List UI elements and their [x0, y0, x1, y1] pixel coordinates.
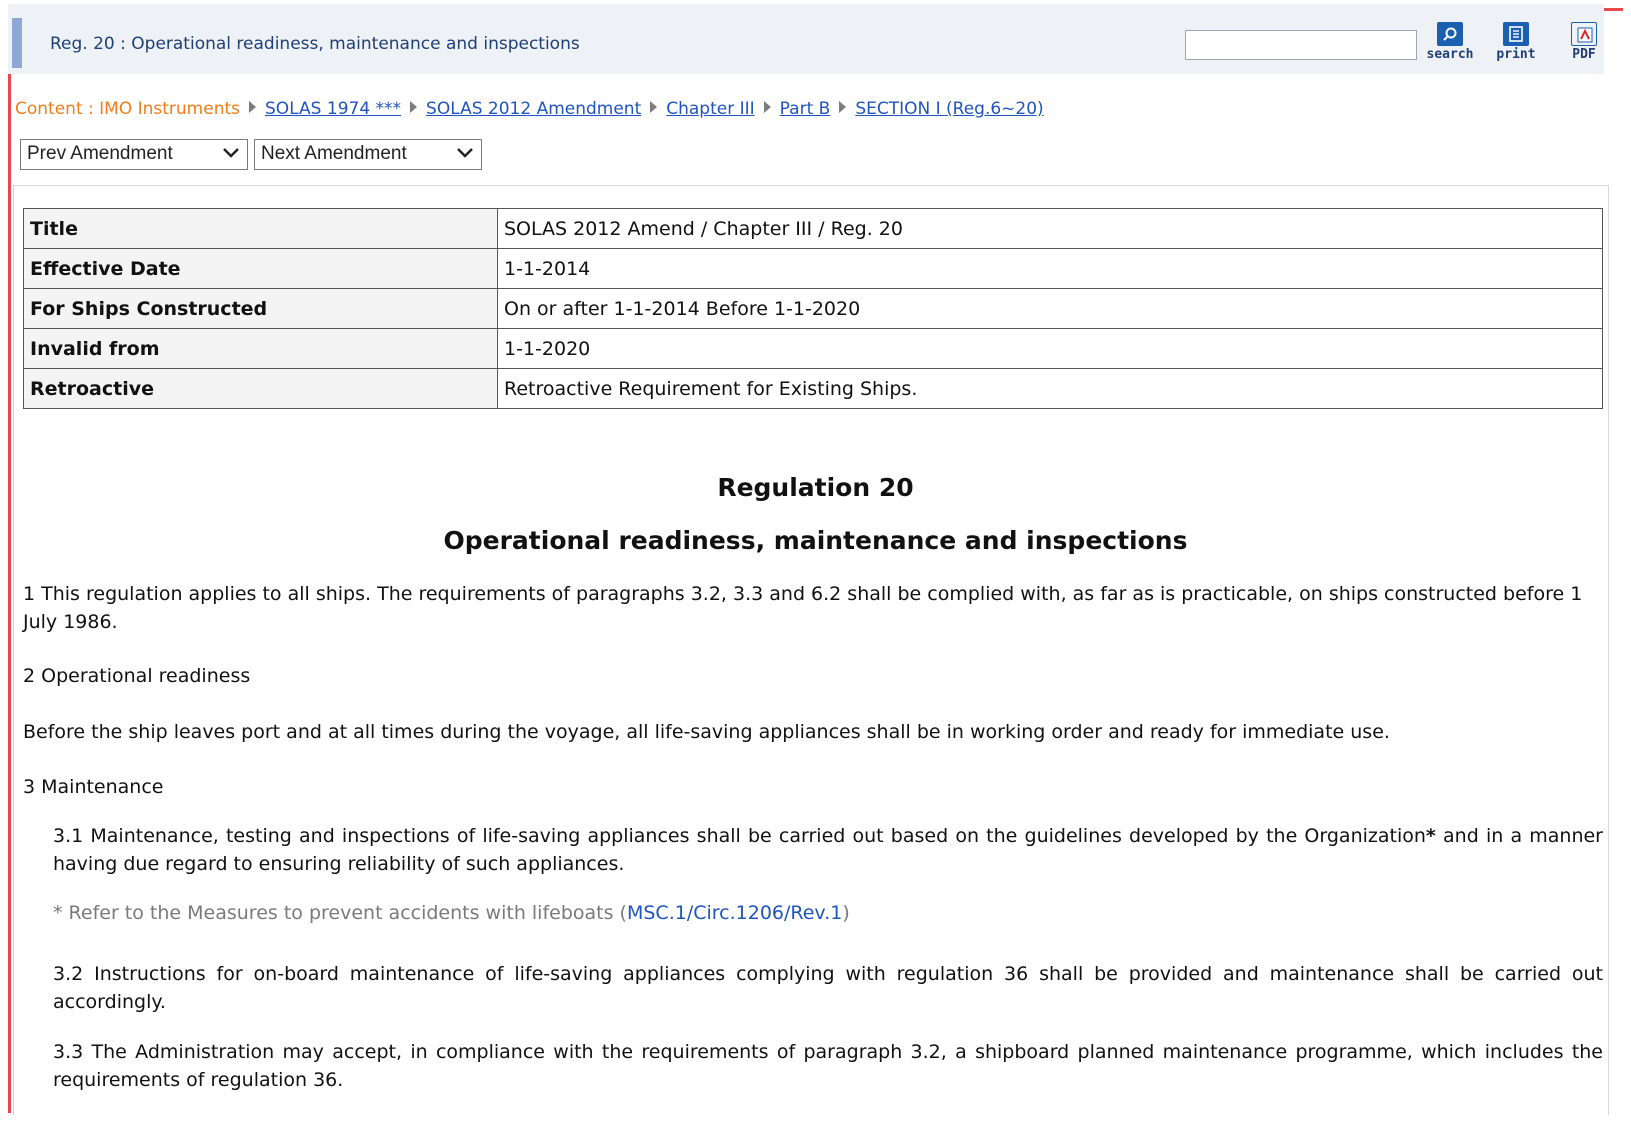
- pdf-label: PDF: [1572, 47, 1596, 62]
- regulation-title: Operational readiness, maintenance and i…: [443, 526, 1188, 555]
- table-key: Invalid from: [23, 328, 498, 369]
- table-row: Effective Date 1-1-2014: [23, 248, 1603, 289]
- header-bar: Reg. 20 : Operational readiness, mainten…: [8, 4, 1604, 74]
- table-value: SOLAS 2012 Amend / Chapter III / Reg. 20: [497, 208, 1603, 249]
- pdf-icon: [1571, 22, 1597, 46]
- breadcrumb-separator-icon: [763, 101, 771, 113]
- paragraph-2: Before the ship leaves port and at all t…: [23, 721, 1390, 743]
- search-input[interactable]: [1185, 30, 1417, 60]
- table-value: 1-1-2014: [497, 248, 1603, 289]
- breadcrumb: Content : IMO Instruments SOLAS 1974 *** S…: [15, 99, 1044, 119]
- pdf-button[interactable]: PDF: [1554, 22, 1614, 62]
- table-key: Effective Date: [23, 248, 498, 289]
- paragraph-3-2: 3.2 Instructions for on-board maintenanc…: [53, 963, 1603, 1013]
- breadcrumb-separator-icon: [249, 101, 257, 113]
- breadcrumb-solas-1974[interactable]: SOLAS 1974 ***: [265, 99, 401, 119]
- breadcrumb-lead: Content : IMO Instruments: [15, 99, 241, 119]
- table-value: On or after 1-1-2014 Before 1-1-2020: [497, 288, 1603, 329]
- table-key: Title: [23, 208, 498, 249]
- table-key: Retroactive: [23, 368, 498, 409]
- next-amendment-select[interactable]: Next Amendment: [254, 139, 482, 170]
- search-button[interactable]: search: [1420, 22, 1480, 62]
- breadcrumb-separator-icon: [839, 101, 847, 113]
- chevron-down-icon: [457, 148, 473, 158]
- footnote: * Refer to the Measures to prevent accid…: [53, 899, 1603, 927]
- prev-amendment-value: Prev Amendment: [27, 143, 173, 164]
- chevron-down-icon: [223, 148, 239, 158]
- footnote-marker: *: [1425, 825, 1436, 847]
- print-icon: [1503, 22, 1529, 46]
- paragraph-1: 1 This regulation applies to all ships. …: [23, 583, 1583, 633]
- breadcrumb-separator-icon: [650, 101, 658, 113]
- footnote-link[interactable]: MSC.1/Circ.1206/Rev.1: [627, 902, 842, 924]
- header-accent: [12, 18, 22, 68]
- page-title: Reg. 20 : Operational readiness, mainten…: [50, 34, 580, 54]
- footnote-prefix: * Refer to the Measures to prevent accid…: [53, 902, 627, 924]
- search-icon: [1437, 22, 1463, 46]
- paragraph-3-1: 3.1 Maintenance, testing and inspections…: [53, 822, 1603, 878]
- table-value: 1-1-2020: [497, 328, 1603, 369]
- search-label: search: [1426, 47, 1474, 62]
- table-row: Title SOLAS 2012 Amend / Chapter III / R…: [23, 208, 1603, 249]
- breadcrumb-section-i[interactable]: SECTION I (Reg.6~20): [855, 99, 1043, 119]
- table-row: Invalid from 1-1-2020: [23, 328, 1603, 369]
- table-key: For Ships Constructed: [23, 288, 498, 329]
- regulation-number: Regulation 20: [717, 473, 914, 502]
- breadcrumb-separator-icon: [410, 101, 418, 113]
- paragraph-3-heading: 3 Maintenance: [23, 776, 164, 798]
- breadcrumb-part-b[interactable]: Part B: [780, 99, 831, 119]
- paragraph-3-3: 3.3 The Administration may accept, in co…: [53, 1041, 1603, 1091]
- paragraph-3-1-text: 3.1 Maintenance, testing and inspections…: [53, 825, 1426, 847]
- prev-amendment-select[interactable]: Prev Amendment: [20, 139, 248, 170]
- next-amendment-value: Next Amendment: [261, 143, 407, 164]
- table-row: For Ships Constructed On or after 1-1-20…: [23, 288, 1603, 329]
- print-button[interactable]: print: [1486, 22, 1546, 62]
- table-row: Retroactive Retroactive Requirement for …: [23, 368, 1603, 409]
- breadcrumb-chapter-iii[interactable]: Chapter III: [666, 99, 754, 119]
- paragraph-2-heading: 2 Operational readiness: [23, 665, 251, 687]
- table-value: Retroactive Requirement for Existing Shi…: [497, 368, 1603, 409]
- breadcrumb-solas-2012-amendment[interactable]: SOLAS 2012 Amendment: [426, 99, 641, 119]
- print-label: print: [1496, 47, 1536, 62]
- footnote-suffix: ): [842, 902, 850, 924]
- amendment-info-table: Title SOLAS 2012 Amend / Chapter III / R…: [23, 208, 1603, 409]
